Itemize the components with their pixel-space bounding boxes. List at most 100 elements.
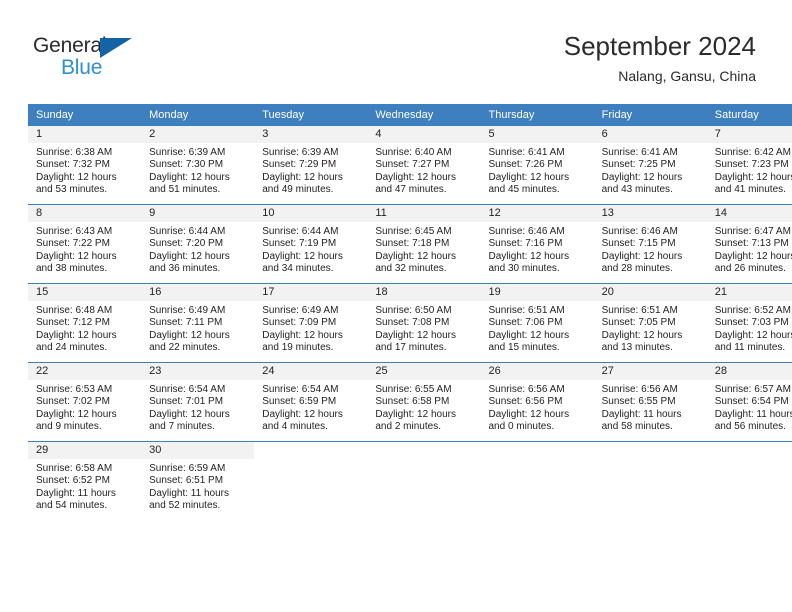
day-sun-info: Sunrise: 6:41 AM Sunset: 7:25 PM Daylight:… [594, 143, 707, 196]
sunset-text: Sunset: 7:30 PM [149, 159, 224, 171]
day-number: 5 [480, 126, 594, 143]
calendar-day-cell[interactable]: 23 Sunrise: 6:54 AM Sunset: 7:01 PM Dayligh… [141, 362, 255, 442]
daylight-text-line2: and 9 minutes. [36, 420, 102, 432]
calendar-day-cell[interactable]: 26 Sunrise: 6:56 AM Sunset: 6:56 PM Dayligh… [480, 362, 594, 442]
day-sun-info: Sunrise: 6:40 AM Sunset: 7:27 PM Daylight:… [367, 143, 480, 196]
calendar-day-cell[interactable]: 25 Sunrise: 6:55 AM Sunset: 6:58 PM Dayligh… [367, 362, 481, 442]
day-number: 2 [141, 126, 255, 143]
calendar-week-row: 29 Sunrise: 6:58 AM Sunset: 6:52 PM Dayligh… [28, 441, 792, 520]
calendar-day-cell[interactable]: 18 Sunrise: 6:50 AM Sunset: 7:08 PM Dayligh… [367, 283, 481, 363]
daylight-text-line1: Daylight: 12 hours [262, 171, 343, 183]
calendar-day-cell[interactable]: 29 Sunrise: 6:58 AM Sunset: 6:52 PM Dayligh… [28, 441, 142, 520]
calendar-week-row: 1 Sunrise: 6:38 AM Sunset: 7:32 PM Daylight… [28, 126, 792, 205]
sunrise-text: Sunrise: 6:51 AM [601, 305, 678, 316]
daylight-text-line2: and 43 minutes. [601, 183, 673, 195]
calendar-cell-empty [254, 441, 368, 520]
day-sun-info: Sunrise: 6:45 AM Sunset: 7:18 PM Daylight:… [367, 222, 480, 275]
sunrise-text: Sunrise: 6:38 AM [36, 147, 113, 158]
day-sun-info: Sunrise: 6:43 AM Sunset: 7:22 PM Daylight:… [28, 222, 141, 275]
calendar-day-cell[interactable]: 19 Sunrise: 6:51 AM Sunset: 7:06 PM Dayligh… [480, 283, 594, 363]
sunrise-text: Sunrise: 6:44 AM [149, 226, 226, 237]
daylight-text-line2: and 45 minutes. [488, 183, 560, 195]
daylight-text-line1: Daylight: 12 hours [375, 171, 456, 183]
weekday-header-thursday: Thursday [480, 104, 594, 126]
weekday-header-wednesday: Wednesday [367, 104, 481, 126]
day-number: 8 [28, 205, 142, 222]
daylight-text-line2: and 51 minutes. [149, 183, 221, 195]
sunset-text: Sunset: 6:59 PM [262, 396, 337, 408]
daylight-text-line2: and 13 minutes. [601, 341, 673, 353]
daylight-text-line1: Daylight: 12 hours [149, 250, 230, 262]
calendar-day-cell[interactable]: 7 Sunrise: 6:42 AM Sunset: 7:23 PM Daylight… [706, 126, 792, 205]
calendar-day-cell[interactable]: 1 Sunrise: 6:38 AM Sunset: 7:32 PM Daylight… [28, 126, 142, 205]
calendar-day-cell[interactable]: 12 Sunrise: 6:46 AM Sunset: 7:16 PM Dayligh… [480, 204, 594, 284]
day-sun-info: Sunrise: 6:54 AM Sunset: 7:01 PM Daylight:… [141, 380, 254, 433]
calendar-day-cell[interactable]: 3 Sunrise: 6:39 AM Sunset: 7:29 PM Daylight… [254, 126, 368, 205]
daylight-text-line2: and 38 minutes. [36, 262, 108, 274]
calendar-cell-empty [480, 441, 594, 520]
calendar-day-cell[interactable]: 24 Sunrise: 6:54 AM Sunset: 6:59 PM Dayligh… [254, 362, 368, 442]
day-sun-info: Sunrise: 6:39 AM Sunset: 7:30 PM Daylight:… [141, 143, 254, 196]
calendar-day-cell[interactable]: 4 Sunrise: 6:40 AM Sunset: 7:27 PM Daylight… [367, 126, 481, 205]
daylight-text-line2: and 32 minutes. [375, 262, 447, 274]
daylight-text-line2: and 36 minutes. [149, 262, 221, 274]
calendar-day-cell[interactable]: 28 Sunrise: 6:57 AM Sunset: 6:54 PM Dayligh… [706, 362, 792, 442]
day-sun-info: Sunrise: 6:49 AM Sunset: 7:11 PM Daylight:… [141, 301, 254, 354]
day-sun-info: Sunrise: 6:44 AM Sunset: 7:19 PM Daylight:… [254, 222, 367, 275]
calendar-day-cell[interactable]: 8 Sunrise: 6:43 AM Sunset: 7:22 PM Daylight… [28, 204, 142, 284]
sunrise-text: Sunrise: 6:47 AM [714, 226, 791, 237]
daylight-text-line1: Daylight: 12 hours [601, 171, 683, 183]
day-number: 27 [593, 363, 707, 380]
calendar-week-row: 8 Sunrise: 6:43 AM Sunset: 7:22 PM Daylight… [28, 204, 792, 284]
day-number: 24 [254, 363, 368, 380]
sunset-text: Sunset: 7:12 PM [36, 317, 110, 329]
day-number-band [593, 442, 707, 459]
daylight-text-line2: and 47 minutes. [375, 183, 447, 195]
sunrise-text: Sunrise: 6:58 AM [36, 463, 113, 474]
calendar-day-cell[interactable]: 15 Sunrise: 6:48 AM Sunset: 7:12 PM Dayligh… [28, 283, 142, 363]
sunset-text: Sunset: 6:52 PM [36, 475, 110, 487]
calendar-day-cell[interactable]: 2 Sunrise: 6:39 AM Sunset: 7:30 PM Daylight… [141, 126, 255, 205]
calendar-day-cell[interactable]: 21 Sunrise: 6:52 AM Sunset: 7:03 PM Dayligh… [706, 283, 792, 363]
calendar-day-cell[interactable]: 22 Sunrise: 6:53 AM Sunset: 7:02 PM Dayligh… [28, 362, 142, 442]
sunset-text: Sunset: 6:54 PM [714, 396, 789, 408]
calendar-day-cell[interactable]: 16 Sunrise: 6:49 AM Sunset: 7:11 PM Dayligh… [141, 283, 255, 363]
day-number: 3 [254, 126, 368, 143]
weekday-header-tuesday: Tuesday [254, 104, 368, 126]
sunset-text: Sunset: 7:27 PM [375, 159, 450, 171]
calendar-day-cell[interactable]: 30 Sunrise: 6:59 AM Sunset: 6:51 PM Dayligh… [141, 441, 255, 520]
sunrise-text: Sunrise: 6:39 AM [149, 147, 226, 158]
day-sun-info: Sunrise: 6:47 AM Sunset: 7:13 PM Daylight:… [707, 222, 792, 275]
day-number: 4 [367, 126, 481, 143]
sunrise-text: Sunrise: 6:49 AM [149, 305, 226, 316]
daylight-text-line1: Daylight: 12 hours [149, 171, 230, 183]
calendar-day-cell[interactable]: 6 Sunrise: 6:41 AM Sunset: 7:25 PM Daylight… [593, 126, 707, 205]
daylight-text-line1: Daylight: 12 hours [714, 250, 792, 262]
calendar-day-cell[interactable]: 20 Sunrise: 6:51 AM Sunset: 7:05 PM Dayligh… [593, 283, 707, 363]
day-sun-info: Sunrise: 6:52 AM Sunset: 7:03 PM Daylight:… [707, 301, 792, 354]
daylight-text-line2: and 26 minutes. [714, 262, 786, 274]
calendar-day-cell[interactable]: 11 Sunrise: 6:45 AM Sunset: 7:18 PM Dayligh… [367, 204, 481, 284]
sunrise-text: Sunrise: 6:56 AM [601, 384, 678, 395]
daylight-text-line2: and 17 minutes. [375, 341, 447, 353]
day-sun-info: Sunrise: 6:51 AM Sunset: 7:06 PM Daylight:… [481, 301, 594, 354]
daylight-text-line1: Daylight: 11 hours [36, 487, 116, 499]
calendar-day-cell[interactable]: 27 Sunrise: 6:56 AM Sunset: 6:55 PM Dayligh… [593, 362, 707, 442]
weekday-header-saturday: Saturday [706, 104, 792, 126]
calendar-day-cell[interactable]: 5 Sunrise: 6:41 AM Sunset: 7:26 PM Daylight… [480, 126, 594, 205]
calendar-day-cell[interactable]: 17 Sunrise: 6:49 AM Sunset: 7:09 PM Dayligh… [254, 283, 368, 363]
calendar-page: General Blue September 2024 Nalang, Gans… [0, 0, 792, 612]
sunrise-text: Sunrise: 6:48 AM [36, 305, 113, 316]
day-number: 29 [28, 442, 142, 459]
calendar-day-cell[interactable]: 9 Sunrise: 6:44 AM Sunset: 7:20 PM Daylight… [141, 204, 255, 284]
daylight-text-line1: Daylight: 12 hours [714, 329, 792, 341]
day-sun-info: Sunrise: 6:53 AM Sunset: 7:02 PM Daylight:… [28, 380, 141, 433]
day-number: 6 [593, 126, 707, 143]
day-sun-info: Sunrise: 6:41 AM Sunset: 7:26 PM Daylight:… [481, 143, 594, 196]
calendar-day-cell[interactable]: 14 Sunrise: 6:47 AM Sunset: 7:13 PM Dayligh… [706, 204, 792, 284]
calendar-day-cell[interactable]: 13 Sunrise: 6:46 AM Sunset: 7:15 PM Dayligh… [593, 204, 707, 284]
sunset-text: Sunset: 7:16 PM [488, 238, 563, 250]
calendar-day-cell[interactable]: 10 Sunrise: 6:44 AM Sunset: 7:19 PM Dayligh… [254, 204, 368, 284]
page-header: General Blue September 2024 Nalang, Gans… [0, 0, 792, 100]
sunset-text: Sunset: 7:19 PM [262, 238, 337, 250]
